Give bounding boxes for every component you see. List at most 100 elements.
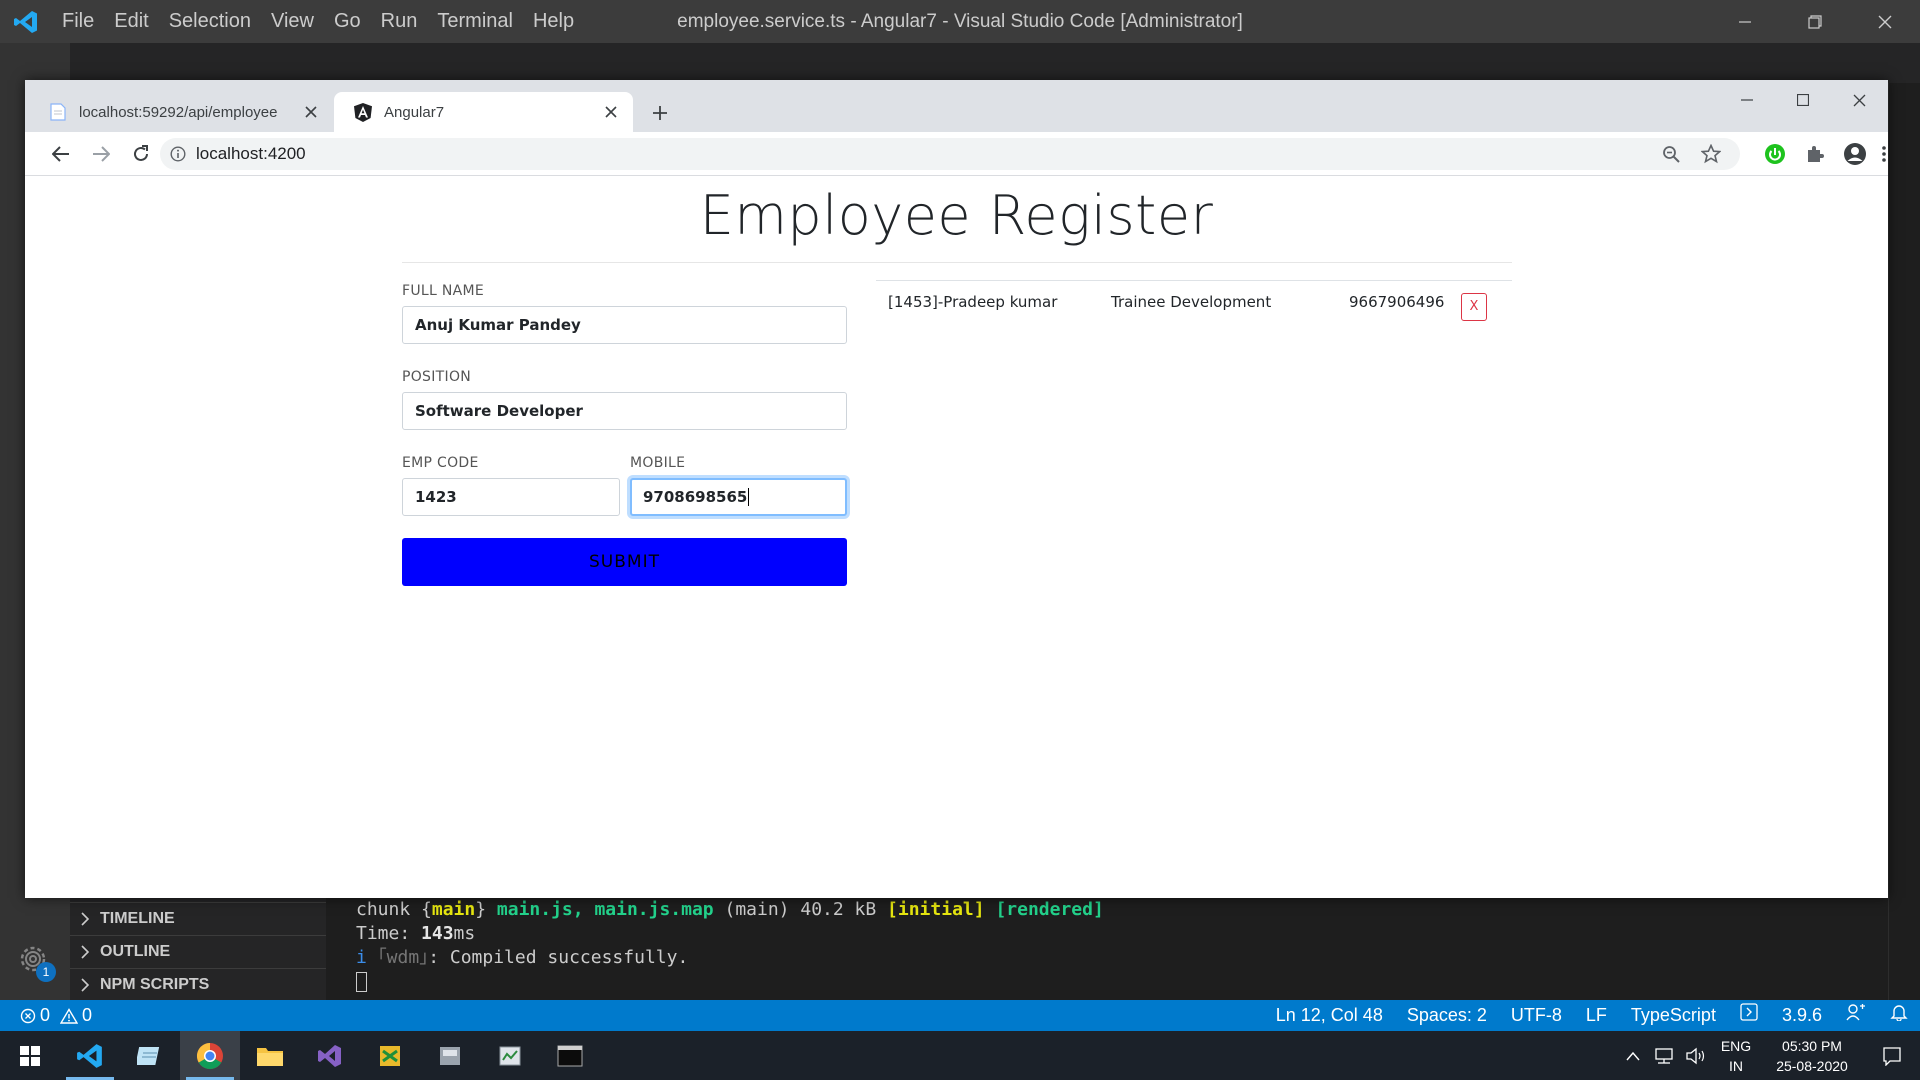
taskbar-terminal[interactable] <box>540 1031 600 1080</box>
tab-close-icon[interactable] <box>597 98 625 126</box>
taskbar-chrome[interactable] <box>180 1031 240 1080</box>
chrome-minimize-button[interactable] <box>1719 80 1775 120</box>
info-icon[interactable] <box>160 146 196 162</box>
back-button[interactable] <box>45 138 77 170</box>
clock[interactable]: 05:30 PM 25-08-2020 <box>1760 1036 1864 1076</box>
sidebar-section-timeline[interactable]: TIMELINE <box>70 902 326 935</box>
menu-view[interactable]: View <box>261 0 324 43</box>
chevron-right-icon <box>70 945 100 959</box>
employee-position-cell: Trainee Development <box>1111 293 1272 311</box>
taskbar-app-green[interactable] <box>360 1031 420 1080</box>
menu-kebab-icon[interactable] <box>1879 138 1889 170</box>
position-label: POSITION <box>402 369 472 385</box>
chrome-icon <box>196 1042 223 1069</box>
menu-help[interactable]: Help <box>523 0 584 43</box>
term-text: } <box>475 899 497 920</box>
term-text: main <box>431 899 476 920</box>
menu-edit[interactable]: Edit <box>104 0 158 43</box>
new-tab-button[interactable] <box>645 98 675 128</box>
menu-selection[interactable]: Selection <box>159 0 261 43</box>
start-button[interactable] <box>0 1031 60 1080</box>
problems-indicator[interactable]: 0 0 <box>0 1005 92 1026</box>
full-name-label: FULL NAME <box>402 283 485 299</box>
document-icon <box>49 103 67 121</box>
terminal-line: i ｢wdm｣: Compiled successfully. <box>356 946 1876 970</box>
menu-terminal[interactable]: Terminal <box>427 0 523 43</box>
taskbar-visual-studio[interactable] <box>300 1031 360 1080</box>
sidebar-section-outline[interactable]: OUTLINE <box>70 935 326 968</box>
minimize-button[interactable] <box>1710 0 1780 43</box>
tray-chevron-up-icon[interactable] <box>1618 1051 1648 1061</box>
tab-angular7[interactable]: Angular7 <box>334 92 633 132</box>
menu-file[interactable]: File <box>52 0 104 43</box>
input-language[interactable]: ENG IN <box>1712 1036 1760 1076</box>
emp-code-input[interactable]: 1423 <box>402 478 620 516</box>
network-icon[interactable] <box>1648 1047 1680 1065</box>
error-count: 0 <box>40 1005 51 1025</box>
table-row[interactable]: [1453]-Pradeep kumar Trainee Development… <box>876 281 1512 327</box>
position-input[interactable]: Software Developer <box>402 392 847 430</box>
taskbar-notepad[interactable] <box>120 1031 180 1080</box>
taskbar-file-explorer[interactable] <box>240 1031 300 1080</box>
extensions-puzzle-icon[interactable] <box>1799 138 1831 170</box>
taskbar-task-manager[interactable] <box>480 1031 540 1080</box>
extension-green-icon[interactable] <box>1759 138 1791 170</box>
cursor-position[interactable]: Ln 12, Col 48 <box>1264 1000 1395 1031</box>
sidebar-section-label: TIMELINE <box>100 910 175 927</box>
term-text: [rendered] <box>995 899 1104 920</box>
tab-close-icon[interactable] <box>297 98 325 126</box>
menu-run[interactable]: Run <box>371 0 428 43</box>
profile-avatar-icon[interactable] <box>1839 138 1871 170</box>
ts-status-icon[interactable] <box>1728 1000 1770 1031</box>
taskbar-app-gray[interactable] <box>420 1031 480 1080</box>
page-content: Employee Register FULL NAME Anuj Kumar P… <box>25 176 1888 898</box>
terminal-panel[interactable]: chunk {main} main.js, main.js.map (main)… <box>356 898 1876 1000</box>
language-mode[interactable]: TypeScript <box>1619 1000 1728 1031</box>
mobile-input[interactable]: 9708698565 <box>630 478 847 516</box>
submit-button[interactable]: SUBMIT <box>402 538 847 586</box>
sidebar-section-npm-scripts[interactable]: NPM SCRIPTS <box>70 968 326 1001</box>
editor-scroll-edge <box>1888 83 1920 1000</box>
chrome-close-button[interactable] <box>1831 80 1887 120</box>
status-bar: 0 0 Ln 12, Col 48 Spaces: 2 UTF-8 LF Typ… <box>0 1000 1920 1031</box>
taskbar-vscode[interactable] <box>60 1031 120 1080</box>
clock-time: 05:30 PM <box>1782 1037 1842 1054</box>
terminal-line: Time: 143ms <box>356 922 1876 946</box>
vscode-logo-icon <box>0 0 52 43</box>
tab-api-employee[interactable]: localhost:59292/api/employee <box>25 92 333 132</box>
volume-icon[interactable] <box>1680 1047 1712 1065</box>
term-text: main.js, main.js.map <box>496 899 714 920</box>
tab-title: Angular7 <box>384 103 445 121</box>
chrome-maximize-button[interactable] <box>1775 80 1831 120</box>
zoom-icon[interactable] <box>1655 138 1687 170</box>
employee-name-cell: [1453]-Pradeep kumar <box>888 293 1058 311</box>
menu-go[interactable]: Go <box>324 0 371 43</box>
feedback-icon[interactable] <box>1834 1000 1878 1031</box>
text-caret <box>748 488 750 506</box>
forward-button[interactable] <box>85 138 117 170</box>
bookmark-star-icon[interactable] <box>1695 138 1727 170</box>
close-window-button[interactable] <box>1850 0 1920 43</box>
language-code: ENG <box>1720 1037 1752 1054</box>
reload-button[interactable] <box>125 138 157 170</box>
term-text: ｢wdm｣ <box>377 947 429 968</box>
full-name-input[interactable]: Anuj Kumar Pandey <box>402 306 847 344</box>
term-text: 143 <box>421 923 454 944</box>
action-center-icon[interactable] <box>1864 1046 1920 1066</box>
employee-mobile-cell: 9667906496 <box>1349 293 1445 311</box>
vscode-window-controls <box>1710 0 1920 43</box>
settings-badge: 1 <box>36 962 56 982</box>
ts-version[interactable]: 3.9.6 <box>1770 1000 1834 1031</box>
task-manager-icon <box>499 1046 521 1065</box>
restore-button[interactable] <box>1780 0 1850 43</box>
end-of-line[interactable]: LF <box>1574 1000 1619 1031</box>
delete-button[interactable]: X <box>1461 293 1487 321</box>
chrome-window: localhost:59292/api/employee Angular7 lo… <box>25 80 1888 898</box>
indentation[interactable]: Spaces: 2 <box>1395 1000 1499 1031</box>
windows-logo-icon <box>20 1045 40 1066</box>
encoding[interactable]: UTF-8 <box>1499 1000 1574 1031</box>
address-bar[interactable]: localhost:4200 <box>160 138 1740 170</box>
notifications-bell-icon[interactable] <box>1878 1000 1920 1031</box>
manage-button[interactable]: 1 <box>14 940 56 982</box>
term-text: ms <box>453 923 476 944</box>
